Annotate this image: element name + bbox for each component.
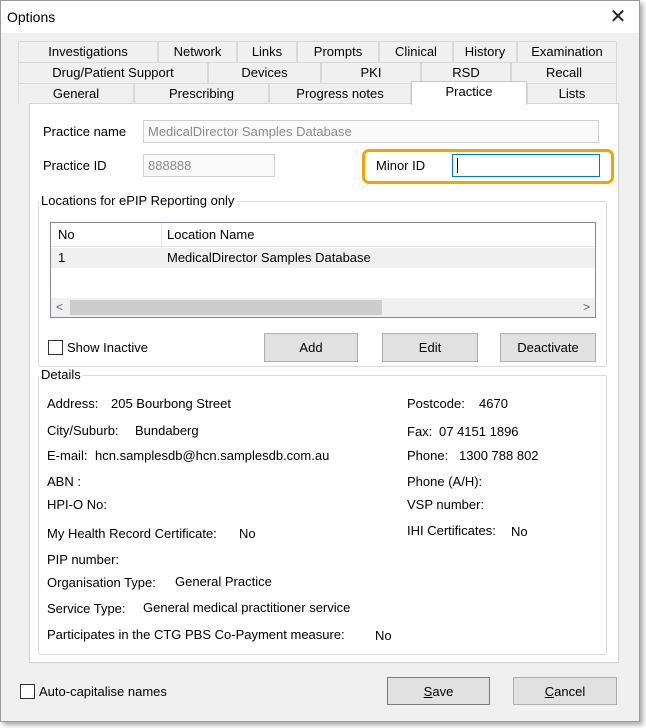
text-caret <box>457 158 458 173</box>
fax-label: Fax: <box>407 424 433 439</box>
scroll-left-icon[interactable]: < <box>51 298 68 317</box>
tab-network[interactable]: Network <box>158 41 237 62</box>
pip-number-label: PIP number: <box>47 552 120 567</box>
details-group-title: Details <box>39 367 83 382</box>
title-bar: Options ✕ <box>1 1 639 33</box>
scrollbar-thumb[interactable] <box>70 300 382 315</box>
practice-id-field[interactable]: 888888 <box>143 154 275 177</box>
save-label-rest: ave <box>432 684 454 699</box>
column-no[interactable]: No <box>58 227 75 242</box>
vsp-label: VSP number: <box>407 497 485 512</box>
list-item-location-name: MedicalDirector Samples Database <box>167 250 371 265</box>
organisation-type-value: General Practice <box>175 574 272 589</box>
show-inactive-checkbox[interactable] <box>48 340 63 355</box>
tab-pki[interactable]: PKI <box>321 62 421 83</box>
tab-drug-patient-support[interactable]: Drug/Patient Support <box>18 62 208 83</box>
cancel-button[interactable]: Cancel <box>513 677 617 705</box>
abn-label: ABN : <box>47 474 81 489</box>
fax-value: 07 4151 1896 <box>439 424 519 439</box>
add-button[interactable]: Add <box>264 333 358 362</box>
tab-clinical[interactable]: Clinical <box>379 41 453 62</box>
tab-general[interactable]: General <box>18 83 134 104</box>
practice-name-label: Practice name <box>43 124 127 139</box>
save-button[interactable]: Save <box>387 677 490 705</box>
tab-devices[interactable]: Devices <box>208 62 321 83</box>
ihi-certificates-value: No <box>511 524 528 539</box>
locations-list[interactable]: No Location Name 1 MedicalDirector Sampl… <box>50 222 596 318</box>
column-location-name[interactable]: Location Name <box>167 227 254 242</box>
cancel-label-rest: ancel <box>554 684 586 699</box>
edit-button[interactable]: Edit <box>382 333 478 362</box>
tab-examination[interactable]: Examination <box>517 41 617 62</box>
city-label: City/Suburb: <box>47 423 119 438</box>
tab-recall[interactable]: Recall <box>511 62 617 83</box>
window-title: Options <box>7 9 56 25</box>
minor-id-label: Minor ID <box>376 158 426 173</box>
practice-panel: Practice name MedicalDirector Samples Da… <box>29 103 619 663</box>
options-dialog: Options ✕ Investigations Network Links P… <box>0 0 640 722</box>
scroll-right-icon[interactable]: > <box>578 298 595 317</box>
ctg-pbs-label: Participates in the CTG PBS Co-Payment m… <box>47 627 345 642</box>
cancel-accelerator: C <box>544 684 555 699</box>
mhr-certificate-label: My Health Record Certificate: <box>47 526 217 541</box>
service-type-label: Service Type: <box>47 601 126 616</box>
email-value: hcn.samplesdb@hcn.samplesdb.com.au <box>95 448 330 463</box>
ctg-pbs-value: No <box>375 628 392 643</box>
phone-value: 1300 788 802 <box>459 448 539 463</box>
locations-list-header: No Location Name <box>51 223 595 247</box>
phone-label: Phone: <box>407 448 449 463</box>
service-type-value: General medical practitioner service <box>143 600 351 615</box>
horizontal-scrollbar[interactable]: < > <box>51 298 595 317</box>
tab-history[interactable]: History <box>453 41 517 62</box>
address-value: 205 Bourbong Street <box>111 396 231 411</box>
ihi-certificates-label: IHI Certificates: <box>407 523 496 538</box>
deactivate-button[interactable]: Deactivate <box>500 333 596 362</box>
list-item[interactable]: 1 MedicalDirector Samples Database <box>51 248 595 268</box>
tab-progress-notes[interactable]: Progress notes <box>269 83 411 104</box>
phone-ah-label: Phone (A/H): <box>407 474 483 489</box>
list-item-no: 1 <box>58 250 66 265</box>
locations-group-title: Locations for ePIP Reporting only <box>39 193 237 208</box>
address-label: Address: <box>47 396 99 411</box>
email-label: E-mail: <box>47 448 88 463</box>
tab-rsd[interactable]: RSD <box>421 62 511 83</box>
city-value: Bundaberg <box>135 423 199 438</box>
postcode-label: Postcode: <box>407 396 465 411</box>
close-icon[interactable]: ✕ <box>597 1 639 33</box>
tab-lists[interactable]: Lists <box>527 83 617 104</box>
practice-id-label: Practice ID <box>43 158 107 173</box>
hpio-label: HPI-O No: <box>47 497 107 512</box>
practice-name-field[interactable]: MedicalDirector Samples Database <box>143 120 599 143</box>
tab-investigations[interactable]: Investigations <box>18 41 158 62</box>
show-inactive-label: Show Inactive <box>67 340 148 355</box>
tab-prompts[interactable]: Prompts <box>297 41 379 62</box>
auto-capitalise-checkbox[interactable] <box>20 684 35 699</box>
postcode-value: 4670 <box>479 396 508 411</box>
tab-prescribing[interactable]: Prescribing <box>134 83 269 104</box>
column-divider <box>161 223 162 247</box>
tab-practice[interactable]: Practice <box>411 81 527 105</box>
auto-capitalise-label: Auto-capitalise names <box>39 684 167 699</box>
tab-links[interactable]: Links <box>237 41 297 62</box>
organisation-type-label: Organisation Type: <box>47 575 156 590</box>
minor-id-field[interactable] <box>452 154 600 177</box>
mhr-certificate-value: No <box>239 526 256 541</box>
